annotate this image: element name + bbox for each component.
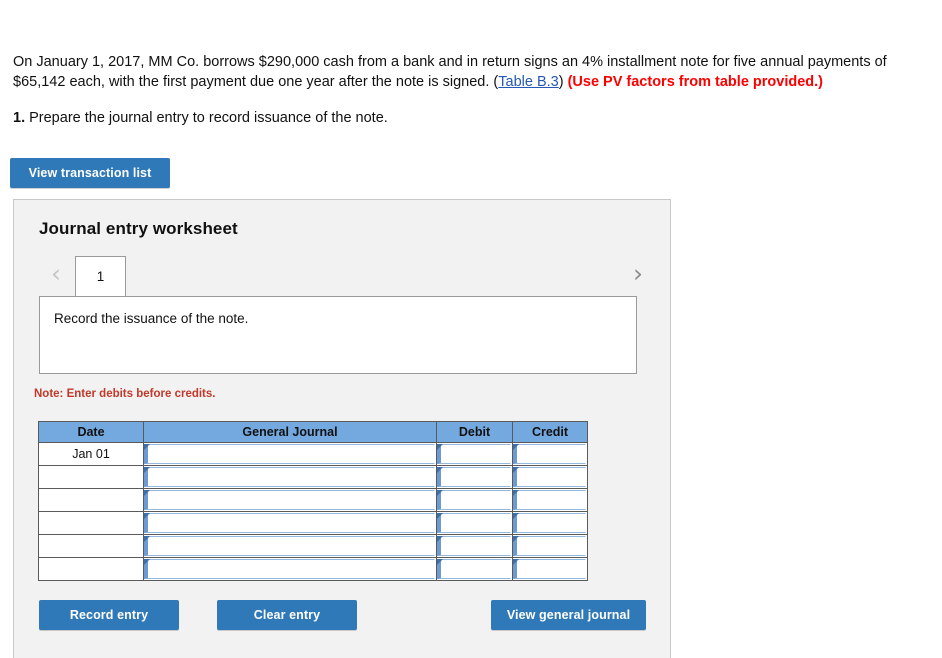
cell-date-2[interactable] (38, 465, 144, 489)
entry-description-box: Record the issuance of the note. (39, 296, 637, 374)
input-credit-6[interactable] (513, 559, 586, 579)
view-general-journal-button[interactable]: View general journal (491, 600, 646, 630)
input-general-journal-4[interactable] (144, 513, 435, 533)
previous-entry-chevron-left-icon[interactable]: ‹ (45, 260, 67, 290)
journal-entry-worksheet-panel: Journal entry worksheet ‹ 1 › Record the… (13, 199, 671, 658)
cell-general-journal-5[interactable] (143, 534, 437, 558)
cell-general-journal-1[interactable] (143, 442, 437, 466)
cell-debit-1[interactable] (436, 442, 513, 466)
requirement-text: Prepare the journal entry to record issu… (25, 110, 388, 126)
input-debit-6[interactable] (437, 559, 511, 579)
table-row (38, 488, 588, 512)
cell-debit-4[interactable] (436, 511, 513, 535)
cell-credit-4[interactable] (512, 511, 588, 535)
input-general-journal-2[interactable] (144, 467, 435, 487)
cell-credit-1[interactable] (512, 442, 588, 466)
problem-emphasis: (Use PV factors from table provided.) (567, 74, 823, 90)
requirement-line: 1. Prepare the journal entry to record i… (13, 109, 388, 128)
cell-credit-2[interactable] (512, 465, 588, 489)
problem-statement: On January 1, 2017, MM Co. borrows $290,… (13, 52, 933, 92)
table-row: Jan 01 (38, 442, 588, 466)
cell-credit-5[interactable] (512, 534, 588, 558)
column-header-date: Date (38, 421, 144, 443)
cell-debit-3[interactable] (436, 488, 513, 512)
table-b3-link[interactable]: Table B.3 (498, 74, 558, 90)
cell-date-5[interactable] (38, 534, 144, 558)
entry-description-text: Record the issuance of the note. (54, 311, 249, 326)
worksheet-title: Journal entry worksheet (39, 219, 238, 238)
input-debit-3[interactable] (437, 490, 511, 510)
cell-general-journal-6[interactable] (143, 557, 437, 581)
input-debit-1[interactable] (437, 444, 511, 464)
cell-debit-5[interactable] (436, 534, 513, 558)
cell-credit-6[interactable] (512, 557, 588, 581)
input-debit-4[interactable] (437, 513, 511, 533)
input-credit-1[interactable] (513, 444, 586, 464)
cell-debit-6[interactable] (436, 557, 513, 581)
debits-before-credits-note: Note: Enter debits before credits. (34, 388, 216, 400)
cell-general-journal-3[interactable] (143, 488, 437, 512)
journal-table-header-row: Date General Journal Debit Credit (38, 421, 588, 443)
cell-date-3[interactable] (38, 488, 144, 512)
cell-credit-3[interactable] (512, 488, 588, 512)
next-entry-chevron-right-icon[interactable]: › (627, 260, 649, 290)
cell-general-journal-2[interactable] (143, 465, 437, 489)
journal-entry-table: Date General Journal Debit Credit Jan 01 (38, 421, 588, 581)
column-header-general-journal: General Journal (143, 421, 437, 443)
input-general-journal-5[interactable] (144, 536, 435, 556)
cell-date-1[interactable]: Jan 01 (38, 442, 144, 466)
problem-text-part2: ) (558, 74, 568, 90)
table-row (38, 465, 588, 489)
clear-entry-button[interactable]: Clear entry (217, 600, 357, 630)
table-row (38, 534, 588, 558)
cell-general-journal-4[interactable] (143, 511, 437, 535)
table-row (38, 557, 588, 581)
column-header-debit: Debit (436, 421, 513, 443)
input-debit-2[interactable] (437, 467, 511, 487)
worksheet-tab-1[interactable]: 1 (75, 256, 126, 297)
input-general-journal-6[interactable] (144, 559, 435, 579)
view-transaction-list-button[interactable]: View transaction list (10, 158, 170, 188)
record-entry-button[interactable]: Record entry (39, 600, 179, 630)
input-credit-2[interactable] (513, 467, 586, 487)
input-general-journal-3[interactable] (144, 490, 435, 510)
cell-date-4[interactable] (38, 511, 144, 535)
input-credit-3[interactable] (513, 490, 586, 510)
input-general-journal-1[interactable] (144, 444, 435, 464)
column-header-credit: Credit (512, 421, 588, 443)
input-debit-5[interactable] (437, 536, 511, 556)
input-credit-5[interactable] (513, 536, 586, 556)
input-credit-4[interactable] (513, 513, 586, 533)
requirement-number: 1. (13, 110, 26, 126)
table-row (38, 511, 588, 535)
worksheet-tabstrip: ‹ 1 › (14, 255, 672, 297)
cell-date-6[interactable] (38, 557, 144, 581)
cell-debit-2[interactable] (436, 465, 513, 489)
